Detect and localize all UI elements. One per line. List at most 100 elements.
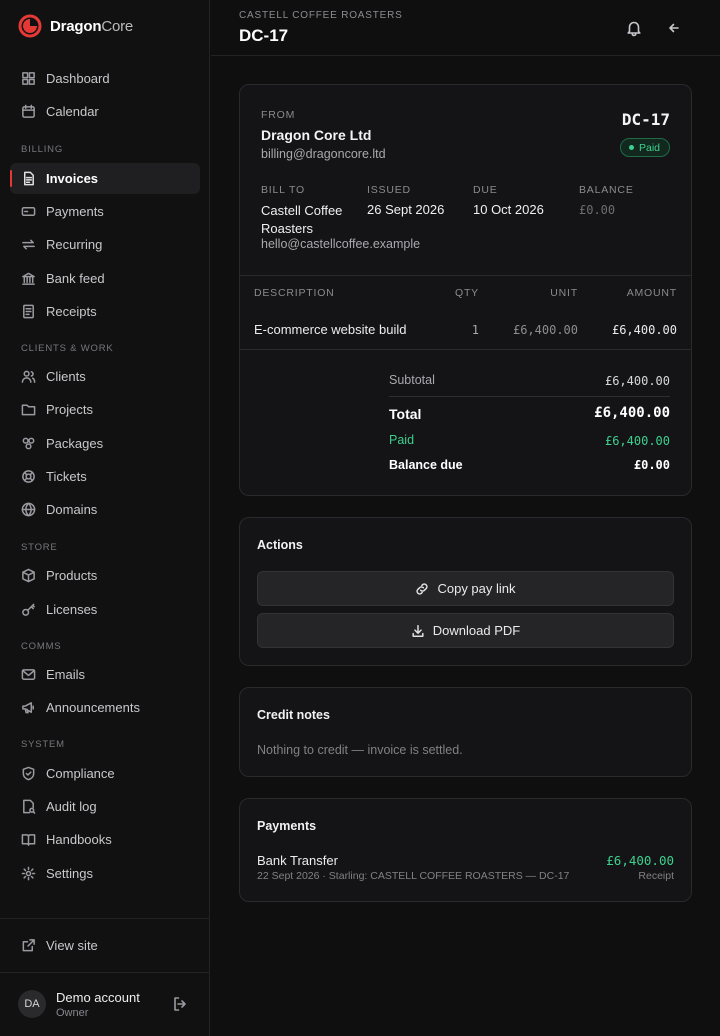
sidebar-item-label: Emails <box>46 667 86 682</box>
payment-method: Bank Transfer <box>257 853 338 868</box>
invoice-icon <box>24 171 34 186</box>
back-button[interactable] <box>665 19 683 37</box>
dragon-logo-icon <box>18 14 42 38</box>
section-title-store: STORE <box>21 542 58 553</box>
section-title-system: SYSTEM <box>21 739 65 750</box>
account-name: Demo account <box>56 990 140 1005</box>
dashboard-icon <box>22 72 35 85</box>
shield-icon <box>22 766 35 781</box>
sidebar-item-label: Tickets <box>46 469 87 484</box>
total-label: Total <box>389 406 422 422</box>
receipt-icon <box>23 304 34 319</box>
logout-icon <box>174 997 186 1011</box>
audit-icon <box>23 799 36 814</box>
download-pdf-label: Download PDF <box>432 623 521 638</box>
credit-notes-title: Credit notes <box>257 708 330 722</box>
bank-icon <box>22 272 35 285</box>
sidebar-item-label: Handbooks <box>46 832 112 847</box>
sidebar-item-dashboard[interactable]: Dashboard <box>10 63 200 94</box>
sidebar-item-label: Settings <box>46 866 93 881</box>
sidebar-item-label: Audit log <box>46 799 97 814</box>
bill-to-name: Castell Coffee Roasters <box>261 203 343 236</box>
issued-label: ISSUED <box>367 184 411 196</box>
sidebar-item-label: Products <box>46 568 98 583</box>
download-pdf-button[interactable]: Download PDF <box>257 613 674 648</box>
sidebar-item-recurring[interactable]: Recurring <box>10 229 200 260</box>
sidebar-item-invoices[interactable]: Invoices <box>10 163 200 194</box>
divider <box>0 918 210 919</box>
payments-card: Payments Bank Transfer 22 Sept 2026 · St… <box>239 798 692 902</box>
sidebar-item-label: Compliance <box>46 766 115 781</box>
lifebuoy-icon <box>22 470 35 483</box>
sidebar-item-settings[interactable]: Settings <box>10 858 200 889</box>
sidebar-item-label: Receipts <box>46 304 97 319</box>
book-icon <box>21 834 36 846</box>
sidebar-item-licenses[interactable]: Licenses <box>10 594 200 625</box>
sidebar-item-payments[interactable]: Payments <box>10 196 200 227</box>
sidebar-item-label: Dashboard <box>46 71 110 86</box>
receipt-link[interactable]: Receipt <box>638 870 674 882</box>
status-badge: Paid <box>619 138 670 157</box>
sidebar-item-emails[interactable]: Emails <box>10 659 200 690</box>
sidebar-item-calendar[interactable]: Calendar <box>10 96 200 127</box>
users-icon <box>21 370 36 383</box>
payments-title: Payments <box>257 819 317 833</box>
download-icon <box>412 624 424 637</box>
packages-icon <box>22 437 35 450</box>
sidebar-item-label: Invoices <box>46 171 99 186</box>
balance-due-label: Balance due <box>389 458 463 472</box>
avatar[interactable]: DA <box>18 990 46 1018</box>
payments-icon <box>21 207 36 216</box>
section-title-clients-work: CLIENTS & WORK <box>21 343 114 354</box>
sidebar-item-receipts[interactable]: Receipts <box>10 296 200 327</box>
sidebar-item-bank-feed[interactable]: Bank feed <box>10 263 200 294</box>
balance-due-value: £0.00 <box>633 458 670 472</box>
actions-card: Actions Copy pay link Download PDF <box>239 517 692 666</box>
from-label: FROM <box>261 109 296 121</box>
paid-value: £6,400.00 <box>604 434 670 448</box>
col-unit: UNIT <box>550 287 578 299</box>
subtotal-value: £6,400.00 <box>604 374 670 388</box>
sidebar-item-compliance[interactable]: Compliance <box>10 758 200 789</box>
sidebar-item-domains[interactable]: Domains <box>10 494 200 525</box>
brand[interactable]: DragonCore <box>18 13 133 39</box>
divider <box>389 396 670 397</box>
page-title: DC-17 <box>239 26 289 45</box>
copy-pay-link-button[interactable]: Copy pay link <box>257 571 674 606</box>
line-item-description: E-commerce website build <box>254 322 407 337</box>
breadcrumb: CASTELL COFFEE ROASTERS <box>239 10 403 21</box>
folder-icon <box>21 404 36 416</box>
sidebar-item-handbooks[interactable]: Handbooks <box>10 824 200 855</box>
back-arrow-icon <box>669 23 679 33</box>
sidebar-item-projects[interactable]: Projects <box>10 394 200 425</box>
divider <box>0 972 210 973</box>
sidebar-item-label: Bank feed <box>46 271 105 286</box>
bill-to-email: hello@castellcoffee.example <box>261 237 421 251</box>
megaphone-icon <box>22 702 34 714</box>
from-name: Dragon Core Ltd <box>261 127 372 143</box>
sidebar-item-clients[interactable]: Clients <box>10 361 200 392</box>
sidebar-item-audit-log[interactable]: Audit log <box>10 791 200 822</box>
notifications-button[interactable] <box>625 19 643 37</box>
globe-icon <box>21 502 36 517</box>
sidebar-item-label: Recurring <box>46 237 103 252</box>
link-icon <box>416 582 429 595</box>
balance-value: £0.00 <box>579 203 616 217</box>
payment-amount: £6,400.00 <box>606 853 674 868</box>
payment-detail: 22 Sept 2026 · Starling: CASTELL COFFEE … <box>257 870 570 882</box>
view-site-link[interactable]: View site <box>10 930 200 961</box>
box-icon <box>22 568 35 583</box>
sidebar-item-products[interactable]: Products <box>10 560 200 591</box>
calendar-icon <box>22 104 35 118</box>
paid-label: Paid <box>389 433 415 447</box>
logout-button[interactable] <box>172 996 188 1012</box>
sidebar-item-packages[interactable]: Packages <box>10 428 200 459</box>
section-title-comms: COMMS <box>21 641 62 652</box>
sidebar-item-label: Packages <box>46 436 104 451</box>
sidebar-item-tickets[interactable]: Tickets <box>10 461 200 492</box>
from-email: billing@dragoncore.ltd <box>261 147 386 161</box>
sidebar-item-announcements[interactable]: Announcements <box>10 692 200 723</box>
external-link-icon <box>22 939 35 952</box>
balance-label: BALANCE <box>579 184 634 196</box>
col-amount: AMOUNT <box>626 287 677 299</box>
